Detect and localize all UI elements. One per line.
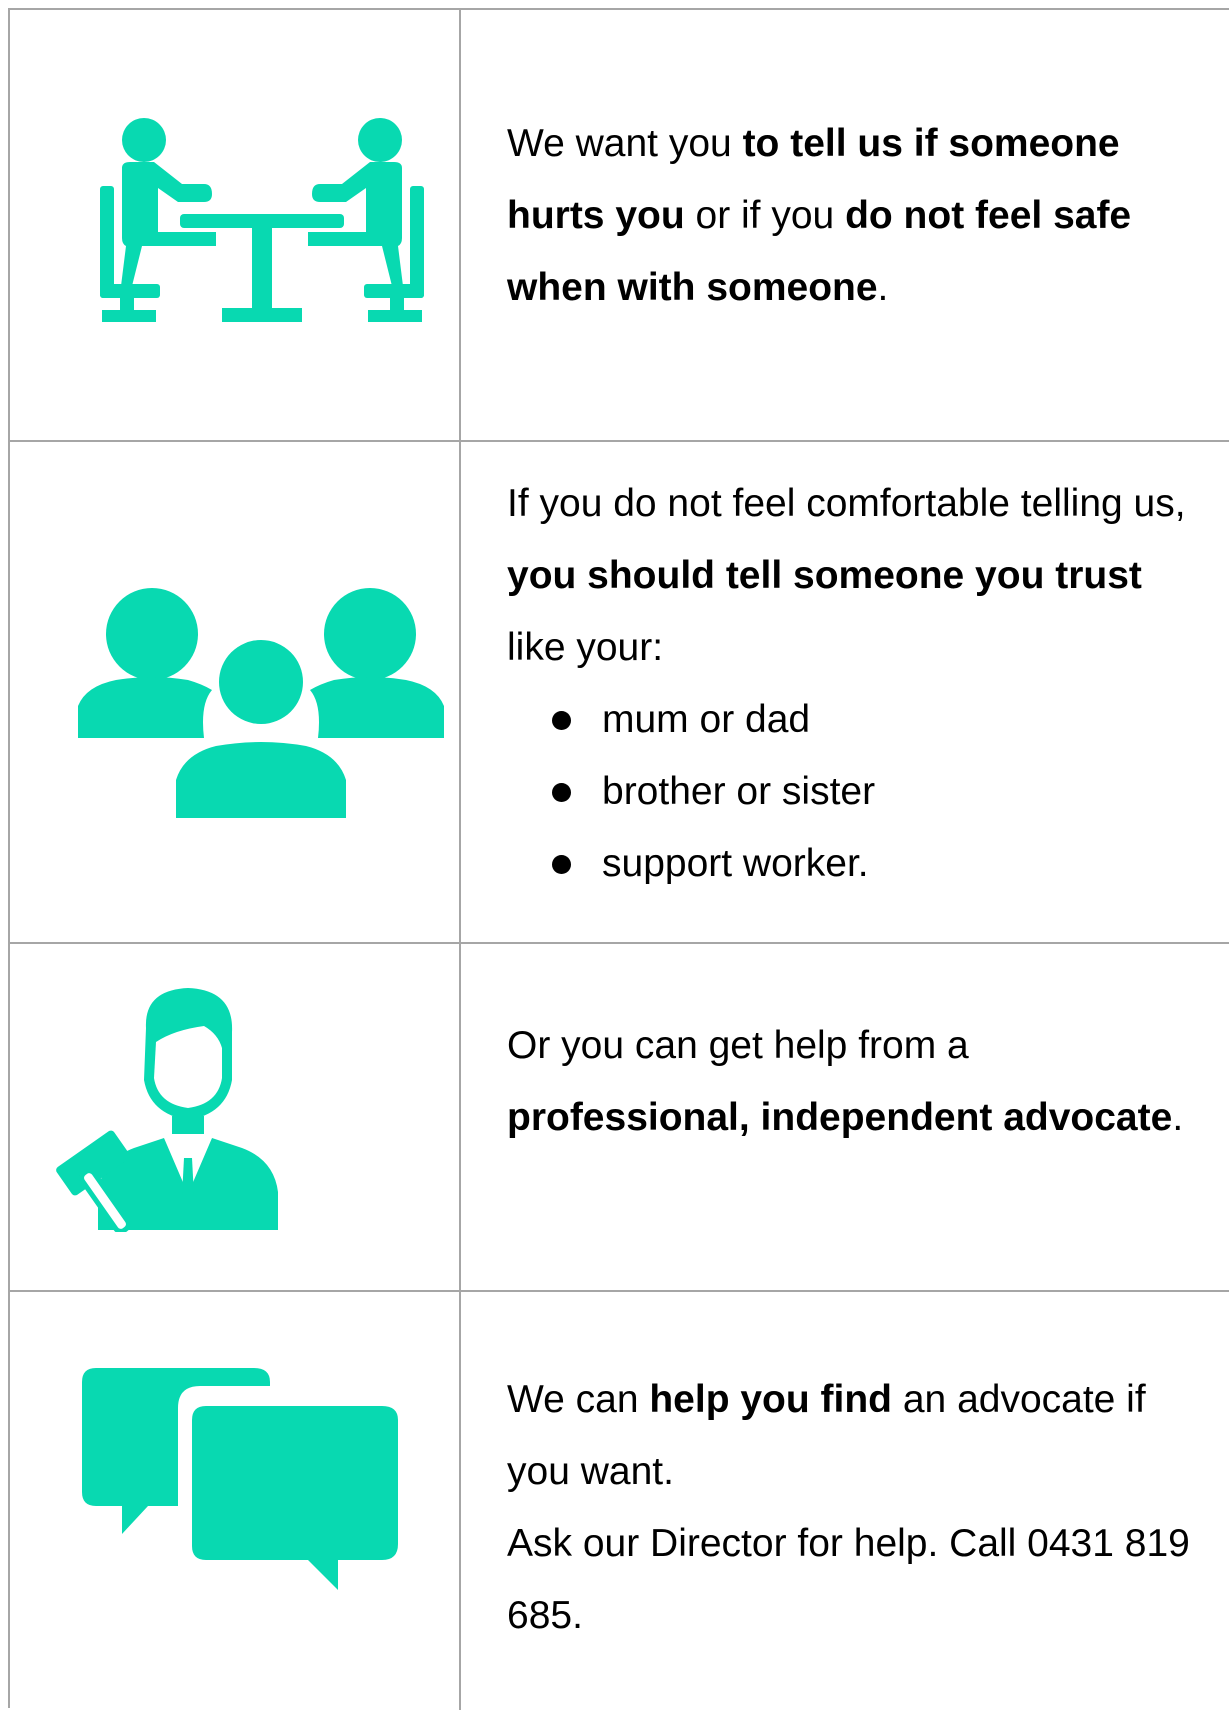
text-cell: We want you to tell us if someone hurts … — [507, 108, 1207, 324]
text-segment: If you do not feel comfortable telling u… — [507, 482, 1186, 525]
bold-segment: you should tell someone you trust — [507, 554, 1142, 597]
text-cell: We can help you find an advocate if you … — [507, 1364, 1207, 1652]
text-segment: Or you can get help from a — [507, 1024, 969, 1067]
director-contact-text: Ask our Director for help. Call 0431 819… — [507, 1522, 1190, 1637]
trusted-people-list: mum or dad brother or sister support wor… — [507, 684, 1207, 900]
row-2-text: If you do not feel comfortable telling u… — [507, 468, 1207, 684]
bold-segment: professional, independent advocate — [507, 1096, 1173, 1139]
bold-segment: help you find — [649, 1378, 893, 1421]
people-group-icon — [78, 588, 444, 818]
text-cell: If you do not feel comfortable telling u… — [507, 468, 1207, 900]
icon-cell — [10, 442, 459, 942]
text-segment: like your: — [507, 626, 664, 669]
list-item: mum or dad — [507, 684, 1207, 756]
row-1-text: We want you to tell us if someone hurts … — [507, 108, 1207, 324]
chat-bubbles-icon — [82, 1368, 398, 1590]
table-row: We can help you find an advocate if you … — [10, 1292, 1229, 1712]
text-segment: or if you — [684, 194, 846, 237]
icon-cell — [10, 944, 459, 1290]
table-row: Or you can get help from a professional,… — [10, 944, 1229, 1292]
list-item: brother or sister — [507, 756, 1207, 828]
text-segment: We want you — [507, 122, 743, 165]
advocate-gavel-icon — [56, 988, 278, 1232]
row-3-text: Or you can get help from a professional,… — [507, 1010, 1207, 1154]
text-segment: . — [877, 266, 889, 309]
icon-cell — [10, 10, 459, 440]
icon-cell — [10, 1292, 459, 1712]
text-cell: Or you can get help from a professional,… — [507, 1010, 1207, 1154]
text-segment: . — [1172, 1096, 1184, 1139]
text-segment: We can — [507, 1378, 650, 1421]
list-item: support worker. — [507, 828, 1207, 900]
meeting-table-icon — [100, 118, 424, 322]
row-4-text: We can help you find an advocate if you … — [507, 1364, 1207, 1652]
table-row: If you do not feel comfortable telling u… — [10, 442, 1229, 944]
table-row: We want you to tell us if someone hurts … — [10, 10, 1229, 442]
info-table: We want you to tell us if someone hurts … — [8, 8, 1229, 1710]
